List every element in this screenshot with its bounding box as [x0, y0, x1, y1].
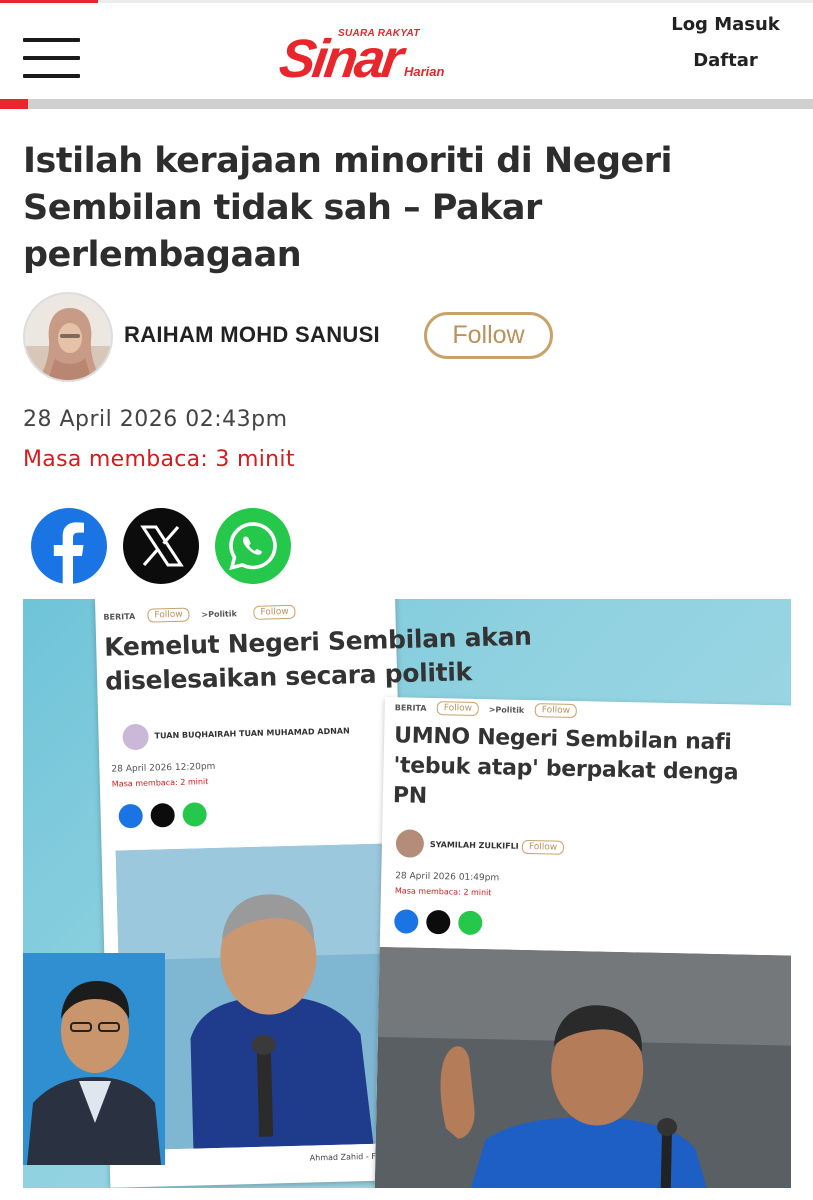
- card-date: 28 April 2026 12:20pm: [111, 761, 216, 775]
- card-crumb-sub: >Politik: [201, 609, 237, 620]
- card-title-line: diselesaikan secara politik: [104, 657, 473, 696]
- author-row: RAIHAM MOHD SANUSI Follow: [23, 292, 783, 382]
- menu-icon-bar: [23, 38, 80, 42]
- featured-image[interactable]: BERITA Follow >Politik Follow Kemelut Ne…: [23, 599, 791, 1188]
- card-follow-badge: Follow: [253, 604, 296, 620]
- article-headline: Istilah kerajaan minoriti di Negeri Semb…: [23, 141, 673, 275]
- reading-progress-fill: [0, 99, 29, 109]
- author-name[interactable]: RAIHAM MOHD SANUSI: [124, 322, 380, 348]
- facebook-icon: [118, 803, 144, 829]
- card-follow-badge: Follow: [147, 607, 190, 623]
- publish-date: 28 April 2026 02:43pm: [23, 407, 288, 432]
- share-whatsapp-button[interactable]: [215, 508, 291, 584]
- x-icon: [426, 909, 451, 935]
- card-reading-time: Masa membaca: 2 minit: [394, 886, 492, 898]
- site-logo[interactable]: Sinar SUARA RAKYAT Harian: [275, 24, 448, 89]
- card-photo-caption: Ahmad Zahid - Fo: [309, 1151, 381, 1163]
- whatsapp-icon: [458, 910, 483, 936]
- card-title-line: 'tebuk atap' berpakat denga: [393, 753, 739, 786]
- card-follow-badge: Follow: [534, 703, 578, 719]
- facebook-icon: [394, 909, 419, 934]
- register-link[interactable]: Daftar: [638, 50, 813, 71]
- whatsapp-icon: [182, 802, 207, 827]
- card-follow-badge: Follow: [436, 701, 480, 716]
- card-author-avatar: [122, 723, 149, 751]
- top-strip-accent: [0, 0, 98, 3]
- card-title-line: Kemelut Negeri Sembilan akan: [103, 621, 532, 662]
- follow-button[interactable]: Follow: [424, 312, 553, 359]
- top-strip: [0, 0, 813, 3]
- logo-tagline: SUARA RAKYAT: [338, 28, 420, 39]
- embedded-article-card: BERITA Follow >Politik Follow UMNO Neger…: [374, 697, 791, 1188]
- menu-icon-bar: [23, 74, 80, 78]
- login-link[interactable]: Log Masuk: [638, 14, 813, 35]
- reading-progress-bar: [0, 99, 813, 109]
- card-author: SYAMILAH ZULKIFLI: [429, 839, 519, 851]
- card-follow-badge: Follow: [521, 839, 565, 855]
- card-crumb-section: BERITA: [103, 611, 136, 622]
- logo-brand: Sinar: [275, 29, 405, 89]
- card-author-avatar: [395, 829, 425, 858]
- x-icon: [150, 802, 175, 828]
- card-author: TUAN BUQHAIRAH TUAN MUHAMAD ADNAN: [154, 726, 350, 741]
- logo-sub: Harian: [404, 64, 445, 79]
- inset-portrait: [23, 953, 165, 1165]
- reading-time: Masa membaca: 3 minit: [23, 447, 295, 472]
- card-crumb-sub: >Politik: [488, 705, 525, 715]
- card-title-line: PN: [392, 783, 428, 809]
- share-facebook-button[interactable]: [31, 508, 107, 584]
- card-reading-time: Masa membaca: 2 minit: [111, 777, 209, 789]
- card-title-line: UMNO Negeri Sembilan nafi: [393, 723, 732, 756]
- share-x-button[interactable]: [123, 508, 199, 584]
- menu-icon-bar: [23, 56, 80, 60]
- facebook-icon: [53, 522, 84, 584]
- card-photo: [374, 946, 791, 1188]
- x-icon: [140, 525, 184, 567]
- card-crumb-section: BERITA: [394, 703, 427, 713]
- author-avatar[interactable]: [23, 292, 113, 382]
- author-avatar-image: [25, 294, 111, 380]
- whatsapp-icon: [229, 522, 277, 571]
- card-date: 28 April 2026 01:49pm: [395, 871, 500, 884]
- menu-icon[interactable]: [23, 38, 80, 82]
